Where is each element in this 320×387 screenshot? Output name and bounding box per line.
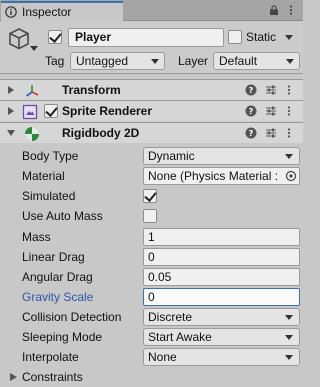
prop-label: Linear Drag [22,250,85,264]
svg-text:?: ? [249,86,254,95]
sleeping-mode-dropdown[interactable]: Start Awake [143,328,300,346]
prop-label: Angular Drag [22,270,93,284]
tab-label: Inspector [22,5,72,19]
gravity-scale-input[interactable]: 0 [143,288,300,306]
fold-arrow-down-icon[interactable] [7,129,15,137]
interpolate-dropdown[interactable]: None [143,348,300,366]
prop-label: Simulated [22,189,76,203]
angular-drag-input[interactable]: 0.05 [143,268,300,286]
tag-dropdown[interactable]: Untagged [70,52,165,70]
tag-value: Untagged [76,54,129,68]
linear-drag-input[interactable]: 0 [143,248,300,266]
component-rigidbody2d-header[interactable]: Rigidbody 2D ? [0,122,303,143]
prop-label: Sleeping Mode [22,330,103,344]
material-object-field[interactable]: None (Physics Material : [143,167,300,185]
component-title: Sprite Renderer [62,104,153,118]
dropdown-value: Start Awake [148,330,212,344]
rigidbody-icon [25,127,39,141]
body-type-dropdown[interactable]: Dynamic [143,147,300,165]
prop-label: Body Type [22,149,79,163]
prop-label: Collision Detection [22,310,122,324]
prop-label: Material [22,169,65,183]
component-sprite-renderer-header[interactable]: Sprite Renderer ? [0,100,303,121]
prop-angular-drag: Angular Drag 0.05 [0,267,303,287]
static-label: Static [246,30,277,44]
sprite-renderer-enabled-checkbox[interactable] [44,104,58,118]
chevron-down-icon [285,355,293,360]
fold-arrow-right-icon[interactable] [10,373,17,381]
prop-sleeping-mode: Sleeping Mode Start Awake [0,327,303,347]
prop-material: Material None (Physics Material : [0,166,303,186]
gameobject-cube-icon[interactable] [8,27,30,51]
help-icon[interactable]: ? [245,127,257,139]
layer-value: Default [219,54,258,68]
kebab-menu-icon[interactable] [283,127,295,139]
kebab-menu-icon[interactable] [283,84,295,96]
collision-detection-dropdown[interactable]: Discrete [143,308,300,326]
presets-sliders-icon[interactable] [265,127,277,139]
simulated-checkbox[interactable] [143,189,157,203]
object-picker-icon[interactable] [285,170,297,182]
tab-inspector[interactable]: Inspector [1,1,123,21]
gameobject-header: Player Static Tag Untagged Layer Default [0,22,303,74]
layer-dropdown[interactable]: Default [213,52,300,70]
prop-mass: Mass 1 [0,227,303,247]
prop-label: Use Auto Mass [22,209,103,223]
prop-label: Constraints [22,370,83,384]
object-name-field[interactable]: Player [68,28,224,47]
sprite-renderer-icon [22,104,38,120]
prop-label: Mass [22,230,51,244]
component-title: Rigidbody 2D [62,126,140,140]
layer-label: Layer [178,54,209,68]
dropdown-value: None [148,350,177,364]
field-value: None (Physics Material : [148,169,279,183]
fold-arrow-right-icon[interactable] [7,86,15,94]
mass-input[interactable]: 1 [143,228,300,246]
prop-collision-detection: Collision Detection Discrete [0,307,303,327]
chevron-down-icon [285,154,293,159]
icon-dropdown-arrow-icon[interactable] [30,46,38,52]
svg-text:?: ? [249,129,254,138]
info-icon [5,6,17,18]
static-dropdown-arrow-icon[interactable] [285,35,293,41]
chevron-down-icon [285,315,293,320]
prop-linear-drag: Linear Drag 0 [0,247,303,267]
component-transform-header[interactable]: Transform ? [0,79,303,100]
prop-interpolate: Interpolate None [0,347,303,367]
use-auto-mass-checkbox[interactable] [143,209,157,223]
prop-label[interactable]: Gravity Scale [22,290,93,304]
help-icon[interactable]: ? [245,105,257,117]
prop-body-type: Body Type Dynamic [0,146,303,166]
prop-constraints[interactable]: Constraints [0,367,303,387]
lock-icon[interactable] [268,4,280,16]
help-icon[interactable]: ? [245,84,257,96]
dropdown-value: Dynamic [148,149,195,163]
prop-gravity-scale: Gravity Scale 0 [0,287,303,307]
dropdown-value: Discrete [148,310,193,324]
static-checkbox[interactable] [228,30,242,44]
chevron-down-icon [285,335,293,340]
fold-arrow-right-icon[interactable] [7,107,15,115]
svg-text:?: ? [249,107,254,116]
active-checkbox[interactable] [48,30,62,44]
tab-bar: Inspector [0,0,303,21]
kebab-menu-icon[interactable] [283,105,295,117]
kebab-menu-icon[interactable] [285,4,297,16]
presets-sliders-icon[interactable] [265,105,277,117]
prop-use-auto-mass: Use Auto Mass [0,206,303,226]
component-title: Transform [62,83,121,97]
presets-sliders-icon[interactable] [265,84,277,96]
transform-axes-icon [25,85,39,97]
chevron-down-icon [151,59,159,64]
tag-label: Tag [45,54,65,68]
prop-simulated: Simulated [0,186,303,206]
prop-label: Interpolate [22,350,79,364]
chevron-down-icon [286,59,294,64]
